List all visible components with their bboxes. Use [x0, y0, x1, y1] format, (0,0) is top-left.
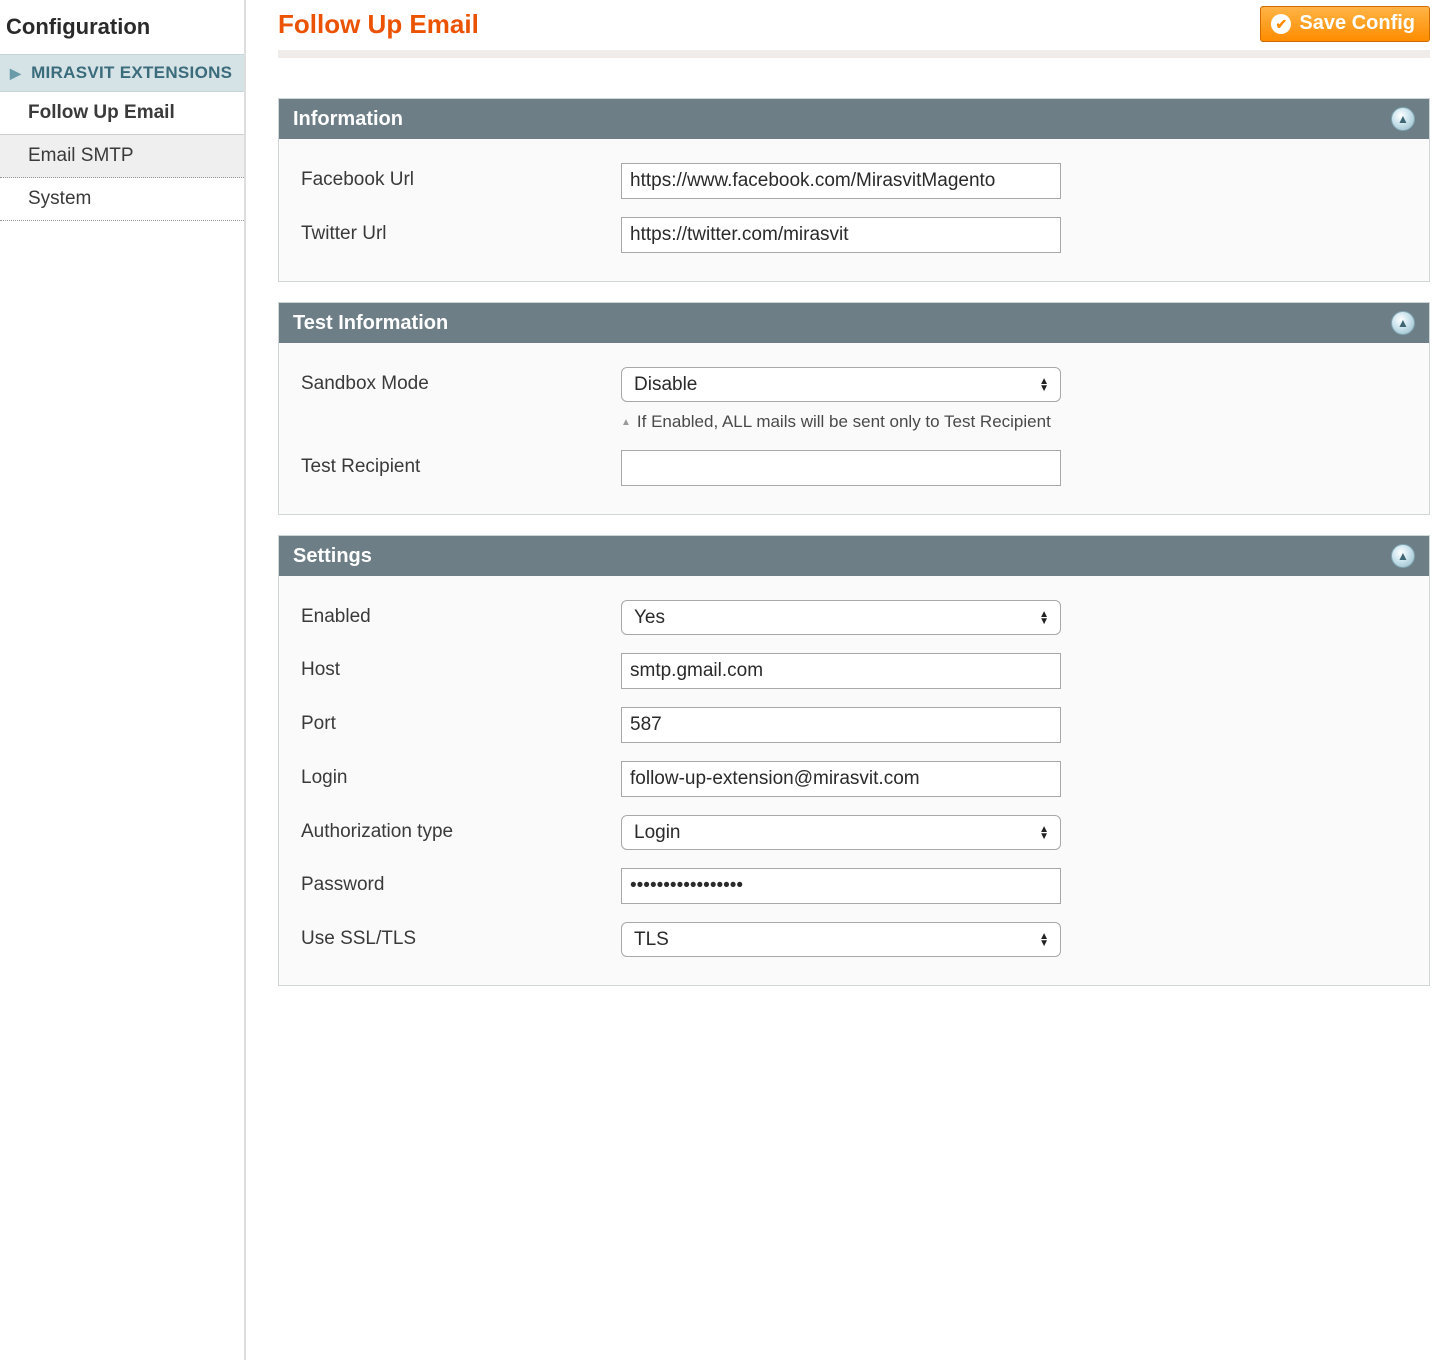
test-recipient-input[interactable] — [621, 450, 1061, 486]
test-recipient-label: Test Recipient — [301, 450, 621, 478]
panel-settings-header[interactable]: Settings ▲ — [279, 536, 1429, 576]
page-title: Follow Up Email — [278, 9, 479, 40]
disclosure-triangle-icon: ▶ — [10, 65, 21, 82]
twitter-url-input[interactable] — [621, 217, 1061, 253]
header-divider — [278, 50, 1430, 58]
sandbox-mode-select[interactable]: Disable — [621, 367, 1061, 402]
auth-type-label: Authorization type — [301, 815, 621, 843]
panel-title: Information — [293, 108, 403, 131]
sidebar-category-mirasvit[interactable]: ▶ MIRASVIT EXTENSIONS — [0, 54, 244, 92]
sidebar: Configuration ▶ MIRASVIT EXTENSIONS Foll… — [0, 0, 246, 1360]
login-input[interactable] — [621, 761, 1061, 797]
sandbox-mode-hint: ▲If Enabled, ALL mails will be sent only… — [621, 412, 1061, 432]
panel-information: Information ▲ Facebook Url Twitter Url — [278, 98, 1430, 282]
sidebar-item-follow-up-email[interactable]: Follow Up Email — [0, 92, 244, 135]
password-label: Password — [301, 868, 621, 896]
password-input[interactable] — [621, 868, 1061, 904]
facebook-url-label: Facebook Url — [301, 163, 621, 191]
sidebar-item-email-smtp[interactable]: Email SMTP — [0, 135, 244, 178]
panel-information-header[interactable]: Information ▲ — [279, 99, 1429, 139]
host-input[interactable] — [621, 653, 1061, 689]
enabled-label: Enabled — [301, 600, 621, 628]
sidebar-item-label: Email SMTP — [28, 145, 134, 166]
port-label: Port — [301, 707, 621, 735]
hint-triangle-icon: ▲ — [621, 417, 631, 428]
panel-title: Settings — [293, 545, 372, 568]
port-input[interactable] — [621, 707, 1061, 743]
panel-settings: Settings ▲ Enabled Yes ▲▼ — [278, 535, 1430, 986]
facebook-url-input[interactable] — [621, 163, 1061, 199]
save-button-label: Save Config — [1299, 12, 1415, 35]
main-content: Follow Up Email ✔ Save Config Informatio… — [246, 0, 1450, 1360]
panel-test-information: Test Information ▲ Sandbox Mode Disable … — [278, 302, 1430, 515]
page-header: Follow Up Email ✔ Save Config — [278, 6, 1430, 48]
host-label: Host — [301, 653, 621, 681]
sidebar-item-label: System — [28, 188, 91, 209]
check-icon: ✔ — [1271, 14, 1291, 34]
login-label: Login — [301, 761, 621, 789]
save-config-button[interactable]: ✔ Save Config — [1260, 6, 1430, 42]
ssl-label: Use SSL/TLS — [301, 922, 621, 950]
panel-title: Test Information — [293, 312, 448, 335]
collapse-icon[interactable]: ▲ — [1391, 544, 1415, 568]
sidebar-title: Configuration — [0, 0, 244, 54]
sandbox-mode-label: Sandbox Mode — [301, 367, 621, 395]
ssl-select[interactable]: TLS — [621, 922, 1061, 957]
enabled-select[interactable]: Yes — [621, 600, 1061, 635]
sidebar-item-system[interactable]: System — [0, 178, 244, 221]
collapse-icon[interactable]: ▲ — [1391, 311, 1415, 335]
panel-test-header[interactable]: Test Information ▲ — [279, 303, 1429, 343]
sidebar-item-label: Follow Up Email — [28, 102, 175, 123]
twitter-url-label: Twitter Url — [301, 217, 621, 245]
collapse-icon[interactable]: ▲ — [1391, 107, 1415, 131]
sidebar-category-label: MIRASVIT EXTENSIONS — [31, 63, 232, 83]
auth-type-select[interactable]: Login — [621, 815, 1061, 850]
